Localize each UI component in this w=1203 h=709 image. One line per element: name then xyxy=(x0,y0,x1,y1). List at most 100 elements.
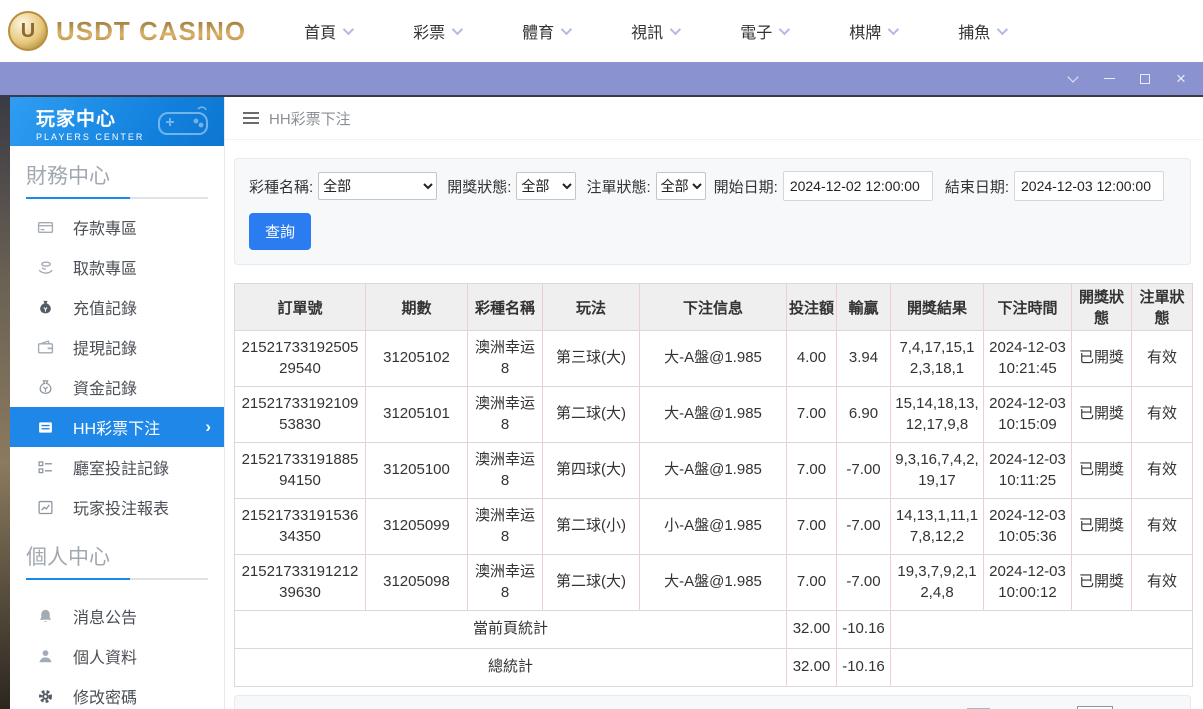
table-cell: 有效 xyxy=(1131,330,1193,387)
table-cell: 第二球(大) xyxy=(542,554,640,611)
table-cell: 31205098 xyxy=(365,554,468,611)
maximize-icon[interactable] xyxy=(1137,71,1153,87)
sidebar: 玩家中心 PLAYERS CENTER 財務中心 存款專區 取款專區 充值記錄 … xyxy=(10,97,224,709)
table-cell: 31205102 xyxy=(365,330,468,387)
table-row: 2152173319153634350 31205099 澳洲幸运8 第二球(小) 小-… xyxy=(234,498,1193,555)
nav-item-label: 彩票 xyxy=(413,25,446,42)
coin-record-icon xyxy=(37,379,54,396)
nav-item-label: 棋牌 xyxy=(849,25,882,42)
nav-item-label: 首頁 xyxy=(304,25,337,42)
table-cell: 2152173319188594150 xyxy=(234,442,366,499)
summary-row: 當前頁統計 32.00 -10.16 xyxy=(234,610,1193,649)
summary-bet-total: 32.00 xyxy=(786,648,837,687)
table-cell: 31205099 xyxy=(365,498,468,555)
chevron-down-icon[interactable] xyxy=(1065,71,1081,87)
nav-item-slots[interactable]: 電子 xyxy=(740,19,791,43)
sidebar-item-funds-record[interactable]: 資金記錄 xyxy=(10,367,224,407)
table-cell: 有效 xyxy=(1131,554,1193,611)
chevron-down-icon xyxy=(778,23,791,36)
table-cell: 已開獎 xyxy=(1071,330,1132,387)
table-cell: 澳洲幸运8 xyxy=(467,442,543,499)
gear-icon xyxy=(37,688,54,705)
sidebar-item-player-bet-report[interactable]: 玩家投注報表 xyxy=(10,487,224,527)
column-header: 輸贏 xyxy=(836,283,891,331)
table-cell: 9,3,16,7,4,2,19,17 xyxy=(890,442,984,499)
table-cell: 大-A盤@1.985 xyxy=(639,554,787,611)
section-divider xyxy=(26,578,208,580)
logo[interactable]: U USDT CASINO xyxy=(8,11,246,51)
sidebar-item-label: 充值記錄 xyxy=(73,301,138,318)
hamburger-menu-icon[interactable] xyxy=(243,112,259,124)
sidebar-item-label: HH彩票下注 xyxy=(73,421,161,438)
workspace-background: 玩家中心 PLAYERS CENTER 財務中心 存款專區 取款專區 充值記錄 … xyxy=(0,95,1203,709)
chevron-down-icon xyxy=(342,23,355,36)
table-cell: 3.94 xyxy=(836,330,891,387)
nav-item-live-video[interactable]: 視訊 xyxy=(631,19,682,43)
table-row: 2152173319188594150 31205100 澳洲幸运8 第四球(大) 大-… xyxy=(234,442,1193,499)
table-cell: 已開獎 xyxy=(1071,442,1132,499)
minimize-icon[interactable] xyxy=(1101,71,1117,87)
table-cell: -7.00 xyxy=(836,442,891,499)
table-cell: 14,13,1,11,17,8,12,2 xyxy=(890,498,984,555)
sidebar-item-label: 提現記錄 xyxy=(73,341,138,358)
nav-item-label: 電子 xyxy=(740,25,773,42)
sidebar-item-change-password[interactable]: 修改密碼 xyxy=(10,676,224,709)
table-cell: 澳洲幸运8 xyxy=(467,498,543,555)
chevron-down-icon xyxy=(560,23,573,36)
table-cell: 2152173319250529540 xyxy=(234,330,366,387)
table-cell: 第四球(大) xyxy=(542,442,640,499)
page-number-input[interactable] xyxy=(1076,705,1113,709)
start-date-input[interactable] xyxy=(782,171,933,201)
table-cell: 7.00 xyxy=(786,442,837,499)
deposit-card-icon xyxy=(37,219,54,236)
sidebar-item-room-bet-record[interactable]: 廳室投註記錄 xyxy=(10,447,224,487)
gamepad-icon xyxy=(158,106,208,135)
sidebar-item-deposit[interactable]: 存款專區 xyxy=(10,207,224,247)
filter-panel: 彩種名稱: 全部 開獎狀態: 全部 注單狀態: 全部 開始日期: 結束日期: 查… xyxy=(234,158,1191,265)
table-cell: 澳洲幸运8 xyxy=(467,330,543,387)
search-button[interactable]: 查詢 xyxy=(249,213,312,250)
start-date-label: 開始日期: xyxy=(713,178,778,196)
sidebar-item-recharge-record[interactable]: 充值記錄 xyxy=(10,287,224,327)
logo-text: USDT CASINO xyxy=(56,15,247,46)
table-cell: 大-A盤@1.985 xyxy=(639,386,787,443)
lottery-name-select[interactable]: 全部 xyxy=(318,172,438,200)
main-nav: 首頁 彩票 體育 視訊 電子 棋牌 捕魚 xyxy=(304,19,1009,43)
sidebar-item-label: 消息公告 xyxy=(73,610,138,627)
table-cell: 2024-12-03 10:00:12 xyxy=(983,554,1072,611)
chevron-down-icon xyxy=(996,23,1009,36)
sidebar-item-withdrawal-record[interactable]: 提現記錄 xyxy=(10,327,224,367)
summary-row: 總統計 32.00 -10.16 xyxy=(234,648,1193,687)
money-bag-icon xyxy=(37,299,54,316)
table-cell: 小-A盤@1.985 xyxy=(639,498,787,555)
table-cell: 澳洲幸运8 xyxy=(467,554,543,611)
window-title-bar: × xyxy=(0,62,1203,95)
nav-item-sports[interactable]: 體育 xyxy=(522,19,573,43)
table-body: 2152173319250529540 31205102 澳洲幸运8 第三球(大) 大-… xyxy=(234,330,1193,687)
table-cell: 31205100 xyxy=(365,442,468,499)
nav-item-fishing[interactable]: 捕魚 xyxy=(958,19,1009,43)
nav-item-home[interactable]: 首頁 xyxy=(304,19,355,43)
summary-empty-cell xyxy=(890,610,1193,649)
nav-item-lottery[interactable]: 彩票 xyxy=(413,19,464,43)
sidebar-item-withdraw[interactable]: 取款專區 xyxy=(10,247,224,287)
table-cell: 7.00 xyxy=(786,498,837,555)
end-date-input[interactable] xyxy=(1014,171,1164,201)
sidebar-item-hh-lottery-bets[interactable]: HH彩票下注 › xyxy=(10,407,224,447)
sidebar-item-announcements[interactable]: 消息公告 xyxy=(10,596,224,636)
table-cell: 2152173319153634350 xyxy=(234,498,366,555)
finance-menu: 存款專區 取款專區 充值記錄 提現記錄 資金記錄 HH彩票下注 › 廳室投註記錄… xyxy=(10,207,224,527)
column-header: 投注額 xyxy=(786,283,837,331)
order-status-select[interactable]: 全部 xyxy=(655,172,706,200)
nav-item-board-games[interactable]: 棋牌 xyxy=(849,19,900,43)
summary-win-loss: -10.16 xyxy=(836,648,891,687)
draw-status-select[interactable]: 全部 xyxy=(516,172,577,200)
sidebar-header: 玩家中心 PLAYERS CENTER xyxy=(10,97,224,146)
table-cell: 有效 xyxy=(1131,442,1193,499)
section-personal-center: 個人中心 xyxy=(26,546,110,569)
table-cell: 7.00 xyxy=(786,386,837,443)
close-icon[interactable]: × xyxy=(1173,70,1189,87)
table-cell: 有效 xyxy=(1131,498,1193,555)
sidebar-item-profile[interactable]: 個人資料 xyxy=(10,636,224,676)
end-date-label: 結束日期: xyxy=(944,178,1009,196)
